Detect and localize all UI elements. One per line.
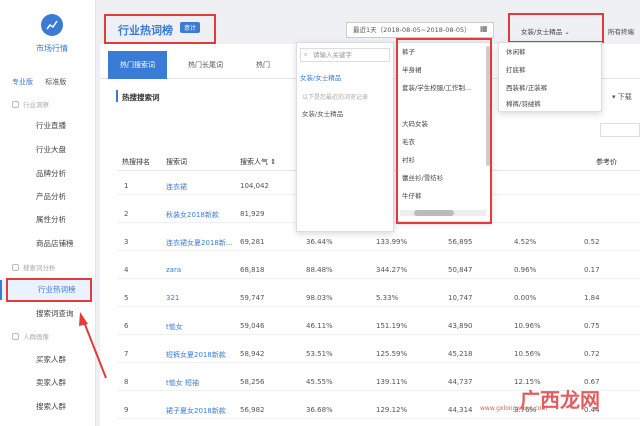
watermark-url: www.gxlongwang.com (480, 405, 548, 412)
annotation-arrow (79, 312, 107, 379)
